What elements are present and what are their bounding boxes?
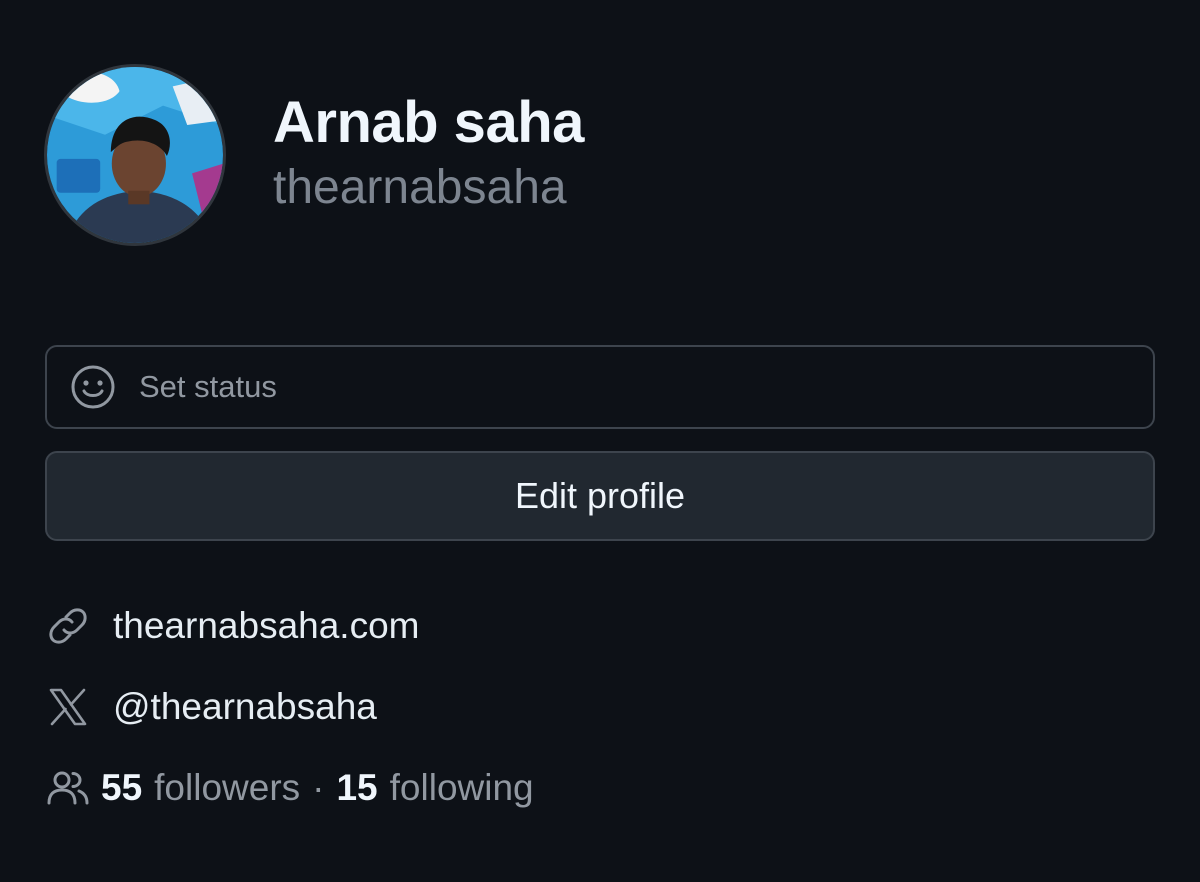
x-logo-icon [45,684,91,730]
follow-stats: 55 followers · 15 following [45,765,534,811]
edit-profile-button[interactable]: Edit profile [45,451,1155,541]
display-name: Arnab saha [273,90,584,155]
website-text: thearnabsaha.com [113,605,420,646]
avatar[interactable] [44,64,226,246]
profile-names: Arnab saha thearnabsaha [273,88,584,218]
follow-separator: · [312,767,325,808]
avatar-photo [47,67,223,243]
profile-header: Arnab saha thearnabsaha [44,64,584,246]
link-icon [45,603,91,649]
smiley-icon [69,363,117,411]
followers-label: followers [154,767,301,808]
website-link[interactable]: thearnabsaha.com [45,603,419,649]
people-icon [45,765,91,811]
following-count: 15 [336,767,378,808]
following-label: following [389,767,534,808]
following-link[interactable]: 15 following [336,767,533,809]
edit-profile-label: Edit profile [514,475,686,516]
followers-link[interactable]: 55 followers [101,767,300,809]
twitter-link[interactable]: @thearnabsaha [45,684,377,730]
twitter-text: @thearnabsaha [113,686,377,727]
followers-count: 55 [101,767,143,808]
set-status-button[interactable]: Set status [45,345,1155,429]
set-status-label: Set status [139,369,277,404]
username: thearnabsaha [273,161,567,214]
